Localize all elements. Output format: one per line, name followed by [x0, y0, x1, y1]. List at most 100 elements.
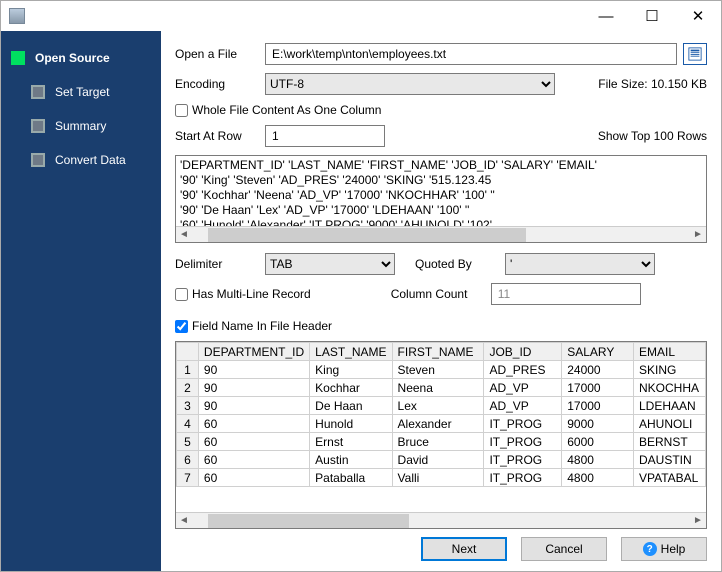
cell[interactable]: VPATABAL — [633, 469, 705, 487]
cell[interactable]: Pataballa — [310, 469, 392, 487]
column-header[interactable]: LAST_NAME — [310, 343, 392, 361]
browse-button[interactable] — [683, 43, 707, 65]
encoding-select[interactable]: UTF-8 — [265, 73, 555, 95]
column-header[interactable]: FIRST_NAME — [392, 343, 484, 361]
maximize-button[interactable]: ☐ — [629, 1, 675, 31]
nav-label: Set Target — [55, 85, 109, 99]
whole-file-checkbox[interactable]: Whole File Content As One Column — [175, 103, 381, 117]
start-row-spinner[interactable]: ▲▼ — [265, 125, 385, 147]
column-count-spinner[interactable]: ▲▼ — [491, 283, 641, 305]
cell[interactable]: 17000 — [562, 379, 634, 397]
column-header[interactable]: SALARY — [562, 343, 634, 361]
scroll-thumb[interactable] — [208, 228, 526, 242]
cell[interactable]: NKOCHHA — [633, 379, 705, 397]
data-grid[interactable]: DEPARTMENT_IDLAST_NAMEFIRST_NAMEJOB_IDSA… — [175, 341, 707, 529]
cell[interactable]: 60 — [198, 451, 309, 469]
delimiter-select[interactable]: TAB — [265, 253, 395, 275]
raw-preview: 'DEPARTMENT_ID' 'LAST_NAME' 'FIRST_NAME'… — [175, 155, 707, 243]
preview-scrollbar[interactable]: ◄ ► — [176, 226, 706, 242]
close-button[interactable]: ✕ — [675, 1, 721, 31]
scroll-left-icon[interactable]: ◄ — [176, 515, 192, 526]
table-row[interactable]: 660AustinDavidIT_PROG4800DAUSTIN — [177, 451, 706, 469]
cell[interactable]: 60 — [198, 469, 309, 487]
help-button[interactable]: ? Help — [621, 537, 707, 561]
cell[interactable]: Kochhar — [310, 379, 392, 397]
row-number: 6 — [177, 451, 199, 469]
titlebar[interactable]: — ☐ ✕ — [1, 1, 721, 31]
table-row[interactable]: 760PataballaValliIT_PROG4800VPATABAL — [177, 469, 706, 487]
cell[interactable]: AD_VP — [484, 379, 562, 397]
cell[interactable]: 90 — [198, 379, 309, 397]
cell[interactable]: IT_PROG — [484, 451, 562, 469]
nav-label: Summary — [55, 119, 106, 133]
cell[interactable]: 90 — [198, 361, 309, 379]
cell[interactable]: 60 — [198, 433, 309, 451]
cell[interactable]: 6000 — [562, 433, 634, 451]
content-pane: Open a File Encoding UTF-8 File Size: 10… — [161, 31, 721, 571]
start-row-input[interactable] — [266, 126, 385, 146]
cell[interactable]: IT_PROG — [484, 469, 562, 487]
cell[interactable]: SKING — [633, 361, 705, 379]
next-button[interactable]: Next — [421, 537, 507, 561]
help-icon: ? — [643, 542, 657, 556]
cell[interactable]: 9000 — [562, 415, 634, 433]
minimize-button[interactable]: — — [583, 1, 629, 31]
cell[interactable]: 17000 — [562, 397, 634, 415]
cell[interactable]: BERNST — [633, 433, 705, 451]
cell[interactable]: King — [310, 361, 392, 379]
multiline-checkbox[interactable]: Has Multi-Line Record — [175, 287, 311, 301]
cancel-button[interactable]: Cancel — [521, 537, 607, 561]
cell[interactable]: AD_VP — [484, 397, 562, 415]
file-path-input[interactable] — [265, 43, 677, 65]
cell[interactable]: 60 — [198, 415, 309, 433]
nav-item-set-target[interactable]: Set Target — [21, 81, 161, 103]
nav-item-convert-data[interactable]: Convert Data — [21, 149, 161, 171]
cell[interactable]: LDEHAAN — [633, 397, 705, 415]
cell[interactable]: Alexander — [392, 415, 484, 433]
scroll-right-icon[interactable]: ► — [690, 229, 706, 240]
column-count-input[interactable] — [492, 284, 641, 304]
cell[interactable]: 4800 — [562, 451, 634, 469]
multiline-checkbox-input[interactable] — [175, 288, 188, 301]
scroll-left-icon[interactable]: ◄ — [176, 229, 192, 240]
cell[interactable]: DAUSTIN — [633, 451, 705, 469]
cell[interactable]: David — [392, 451, 484, 469]
table-row[interactable]: 390De HaanLexAD_VP17000LDEHAAN — [177, 397, 706, 415]
scroll-right-icon[interactable]: ► — [690, 515, 706, 526]
column-header[interactable]: DEPARTMENT_ID — [198, 343, 309, 361]
cell[interactable]: Bruce — [392, 433, 484, 451]
column-header[interactable]: EMAIL — [633, 343, 705, 361]
cell[interactable]: IT_PROG — [484, 433, 562, 451]
cell[interactable]: Steven — [392, 361, 484, 379]
cell[interactable]: AHUNOLI — [633, 415, 705, 433]
cell[interactable]: AD_PRES — [484, 361, 562, 379]
field-header-checkbox-input[interactable] — [175, 320, 188, 333]
quoted-by-select[interactable]: ' — [505, 253, 655, 275]
encoding-label: Encoding — [175, 77, 265, 91]
field-header-checkbox[interactable]: Field Name In File Header — [175, 319, 332, 333]
table-row[interactable]: 560ErnstBruceIT_PROG6000BERNST — [177, 433, 706, 451]
cell[interactable]: Austin — [310, 451, 392, 469]
table-row[interactable]: 190KingStevenAD_PRES24000SKING — [177, 361, 706, 379]
cell[interactable]: Valli — [392, 469, 484, 487]
nav-item-summary[interactable]: Summary — [21, 115, 161, 137]
row-number: 2 — [177, 379, 199, 397]
cell[interactable]: IT_PROG — [484, 415, 562, 433]
whole-file-checkbox-input[interactable] — [175, 104, 188, 117]
cell[interactable]: Neena — [392, 379, 484, 397]
cell[interactable]: Lex — [392, 397, 484, 415]
column-header[interactable]: JOB_ID — [484, 343, 562, 361]
cell[interactable]: 24000 — [562, 361, 634, 379]
cell[interactable]: Ernst — [310, 433, 392, 451]
cell[interactable]: De Haan — [310, 397, 392, 415]
open-file-label: Open a File — [175, 47, 265, 61]
cell[interactable]: 90 — [198, 397, 309, 415]
scroll-thumb[interactable] — [208, 514, 409, 528]
cell[interactable]: Hunold — [310, 415, 392, 433]
cell[interactable]: 4800 — [562, 469, 634, 487]
table-row[interactable]: 460HunoldAlexanderIT_PROG9000AHUNOLI — [177, 415, 706, 433]
table-row[interactable]: 290KochharNeenaAD_VP17000NKOCHHA — [177, 379, 706, 397]
nav-item-open-source[interactable]: Open Source — [1, 47, 161, 69]
grid-scrollbar[interactable]: ◄ ► — [176, 512, 706, 528]
step-icon — [31, 153, 45, 167]
